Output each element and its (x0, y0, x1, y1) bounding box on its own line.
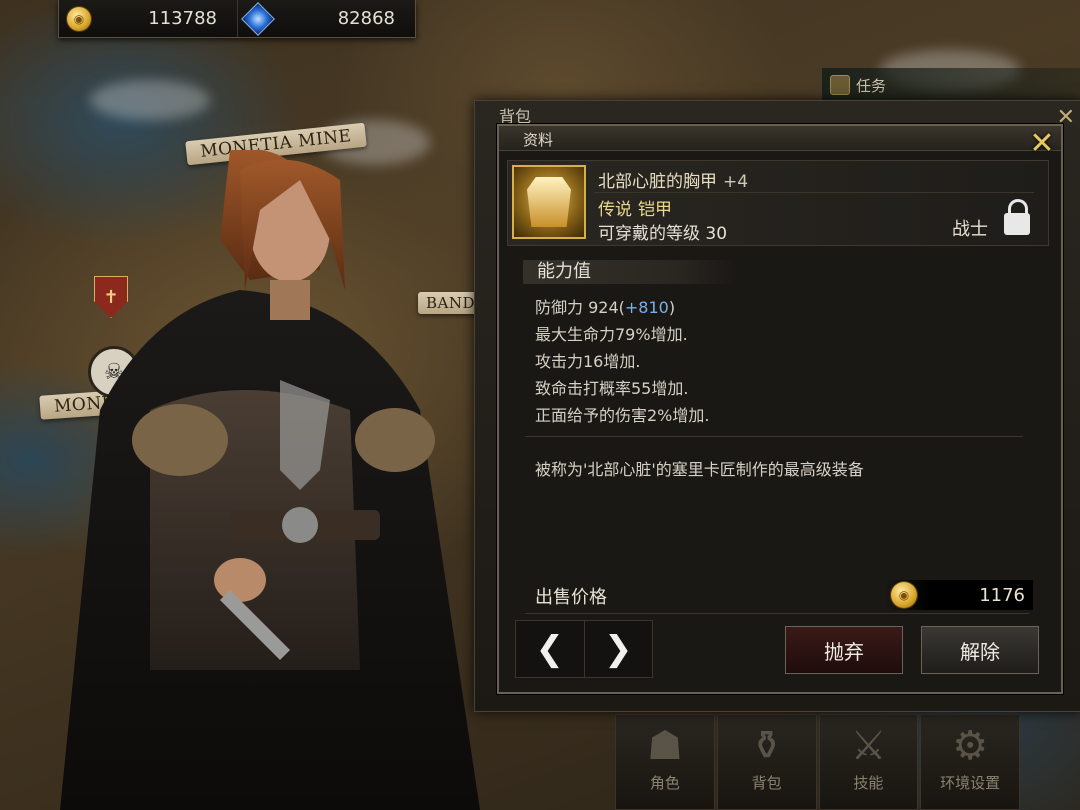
prev-item-button[interactable]: ❮ (516, 621, 584, 677)
gold-coin-icon: ◉ (67, 6, 91, 31)
sell-price-box: ◉ 1176 (885, 580, 1033, 610)
panel-header: 资料 ✕ (499, 126, 1061, 161)
dismantle-button[interactable]: 解除 (921, 626, 1039, 674)
item-enhance-level: +4 (723, 172, 749, 192)
menu-settings-label: 环境设置 (940, 774, 1001, 792)
item-header-divider (594, 192, 1034, 193)
section-divider (525, 436, 1023, 437)
menu-skill-label: 技能 (853, 774, 884, 792)
gem-amount: 82868 (337, 8, 395, 29)
skill-icon: ⚔ (850, 723, 887, 769)
item-grade: 传说 铠甲 (598, 195, 678, 220)
armor-icon (527, 177, 571, 227)
stat-line: 攻击力16增加. (535, 352, 641, 371)
sell-price-label: 出售价格 (535, 587, 607, 608)
stat-line: 最大生命力79%增加. (535, 325, 688, 344)
menu-skill-button[interactable]: ⚔ 技能 (818, 714, 919, 810)
stat-line: 正面给予的伤害2%增加. (535, 406, 710, 425)
next-item-button[interactable]: ❯ (583, 621, 653, 677)
warrior-character-art (60, 150, 480, 810)
item-header: 北部心脏的胸甲 +4 传说 铠甲 可穿戴的等级 30 战士 (507, 160, 1049, 246)
menu-bag-button[interactable]: ⚱ 背包 (716, 714, 817, 810)
item-stats: 防御力 924(+810) 最大生命力79%增加. 攻击力16增加. 致命击打概… (535, 294, 709, 429)
item-required-level: 可穿戴的等级 30 (598, 224, 728, 244)
sell-price-row: 出售价格 ◉ 1176 (525, 576, 1033, 614)
sell-price-value: 1176 (979, 584, 1025, 606)
sell-row-divider (525, 613, 1029, 614)
bag-icon: ⚱ (749, 723, 784, 769)
character-icon: ☗ (646, 723, 683, 769)
item-description: 被称为'北部心脏'的塞里卡匠制作的最高级装备 (535, 460, 864, 479)
stats-section-title: 能力值 (523, 260, 737, 284)
item-name: 北部心脏的胸甲 +4 (598, 167, 748, 192)
gold-coin-icon: ◉ (891, 582, 917, 608)
discard-button[interactable]: 抛弃 (785, 626, 903, 674)
panel-title: 资料 (523, 131, 554, 149)
item-rarity: 传说 (598, 200, 632, 220)
gold-amount: 113788 (148, 8, 217, 29)
stat-defense: 防御力 924(+810) (535, 298, 676, 317)
gold-resource[interactable]: ◉ 113788 (59, 0, 238, 37)
close-icon: ✕ (1029, 125, 1055, 161)
menu-character-button[interactable]: ☗ 角色 (615, 714, 715, 810)
close-button[interactable]: ✕ (1027, 125, 1057, 161)
stat-line: 致命击打概率55增加. (535, 379, 689, 398)
cloud (90, 80, 210, 120)
blue-gem-icon (241, 1, 275, 36)
item-class: 战士 (952, 219, 988, 240)
menu-bag-label: 背包 (751, 774, 782, 792)
quest-icon (830, 75, 850, 95)
quest-label: 任务 (856, 76, 887, 95)
gem-resource[interactable]: 82868 (238, 0, 415, 37)
lock-icon[interactable] (1004, 199, 1030, 237)
chevron-left-icon: ❮ (535, 629, 565, 669)
quest-tab[interactable]: 任务 (822, 68, 1080, 102)
resource-bar: ◉ 113788 82868 (58, 0, 416, 38)
item-type: 铠甲 (638, 200, 672, 220)
chevron-right-icon: ❯ (604, 629, 633, 669)
menu-settings-button[interactable]: ⚙ 环境设置 (920, 714, 1020, 810)
bottom-menu: ☗ 角色 ⚱ 背包 ⚔ 技能 ⚙ 环境设置 (615, 714, 1020, 810)
item-info-panel: 资料 ✕ 北部心脏的胸甲 +4 传说 铠甲 可穿戴的等级 30 战士 能力值 防御力… (497, 124, 1063, 694)
gear-icon: ⚙ (952, 723, 989, 769)
menu-character-label: 角色 (649, 774, 680, 792)
stat-defense-bonus: +810 (624, 298, 669, 317)
item-chest-armor-icon (512, 165, 586, 239)
item-name-text: 北部心脏的胸甲 (598, 172, 717, 192)
item-navigation: ❮ ❯ (515, 620, 653, 678)
